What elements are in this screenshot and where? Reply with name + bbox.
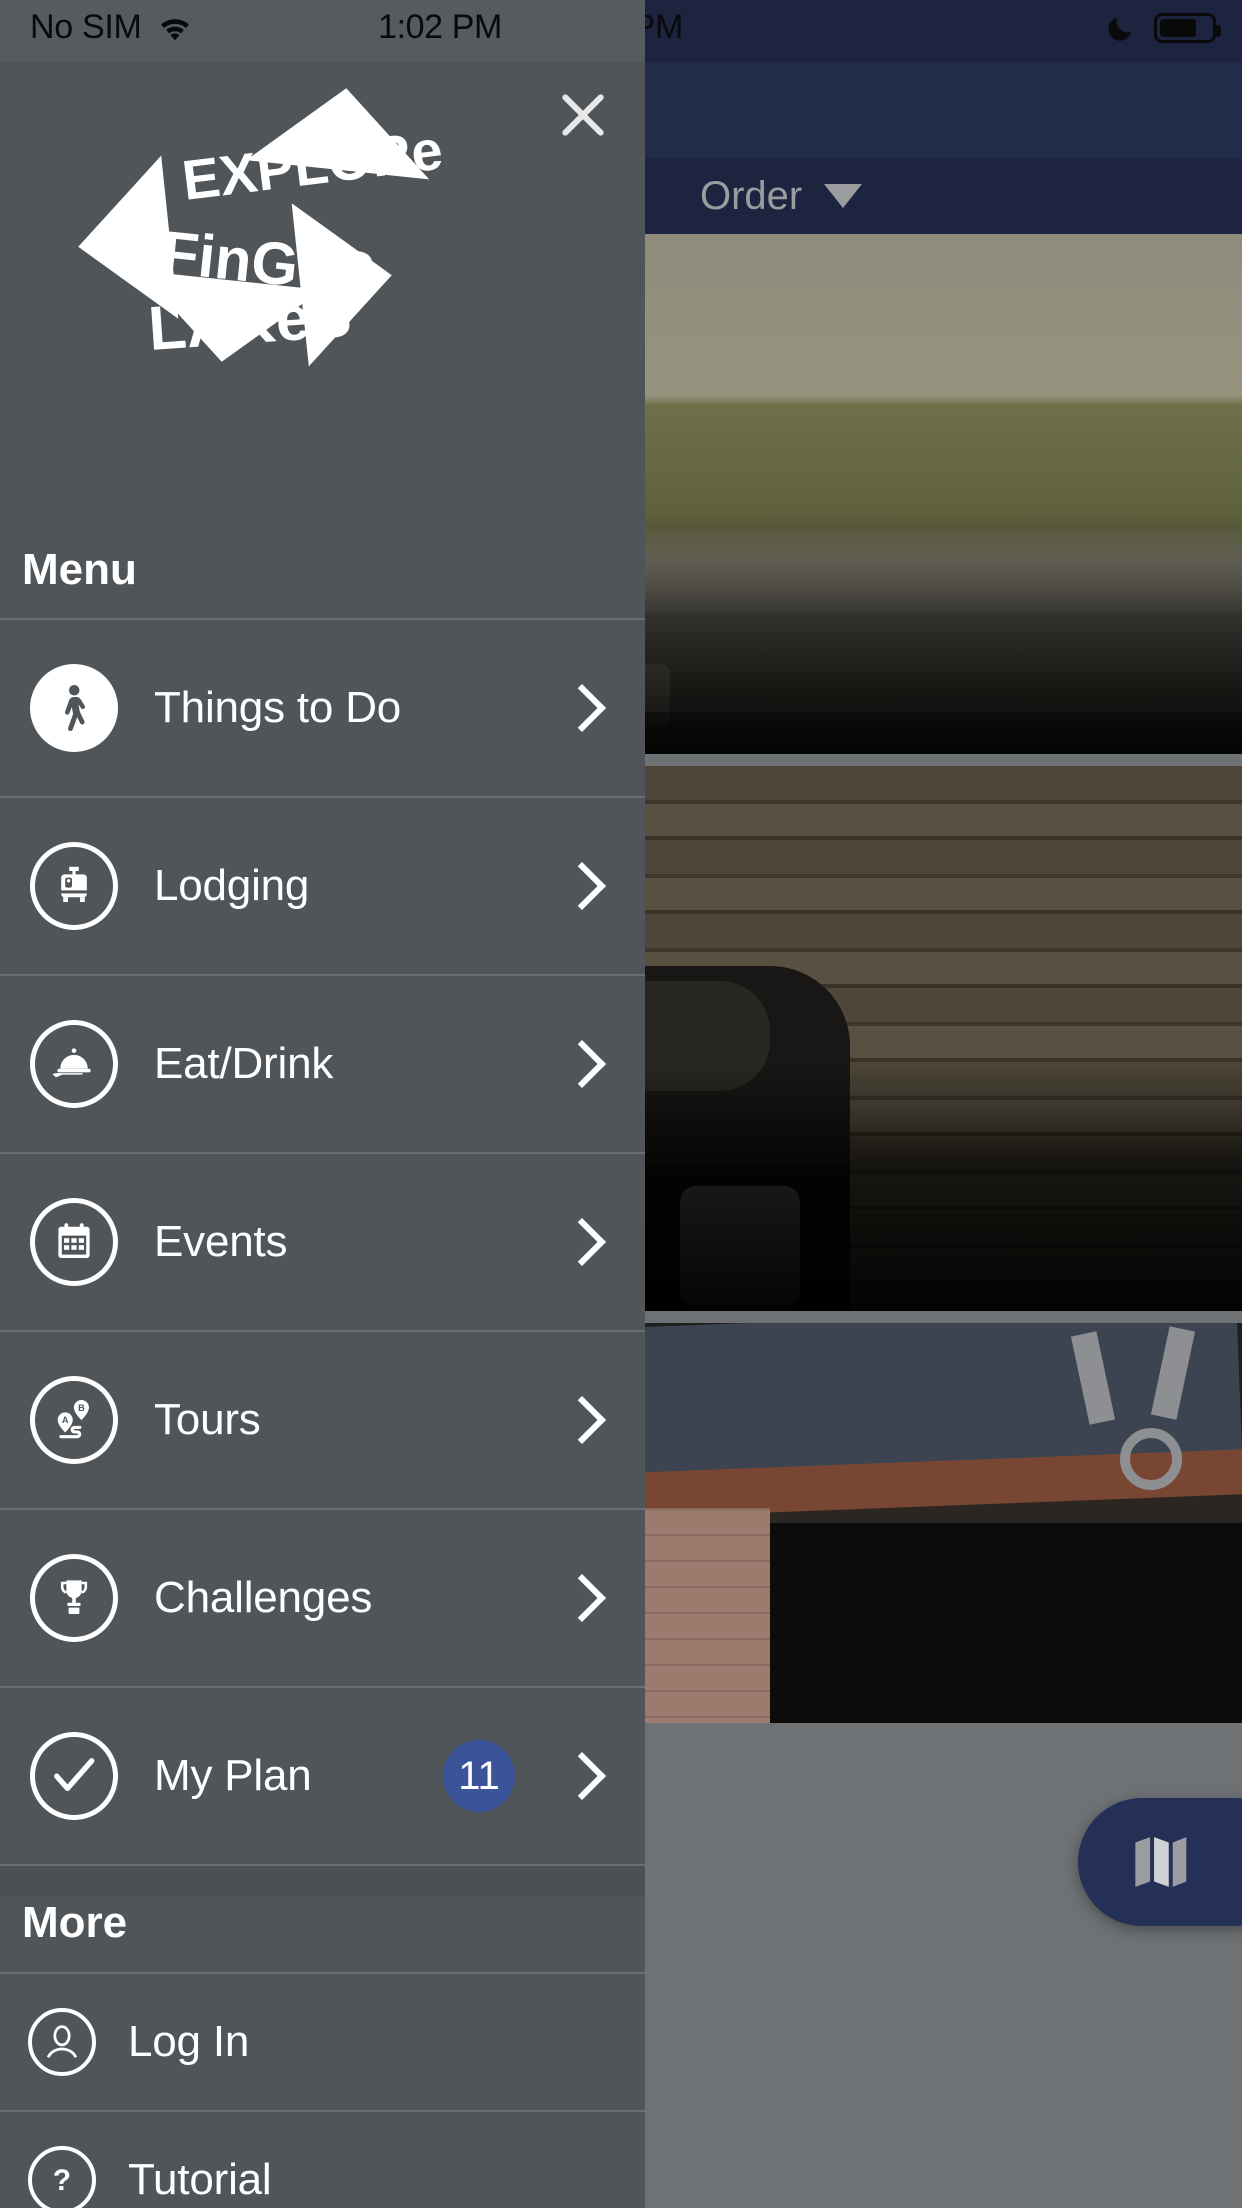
trophy-icon [30, 1554, 118, 1642]
sidebar-item-my-plan[interactable]: My Plan 11 [0, 1688, 645, 1864]
sidebar-item-label: Events [154, 1217, 288, 1266]
sidebar-item-label: Eat/Drink [154, 1039, 334, 1088]
sidebar-item-things-to-do[interactable]: Things to Do [0, 620, 645, 796]
sidebar-item-tutorial[interactable]: ? Tutorial [0, 2112, 645, 2208]
order-label: Order [700, 173, 803, 218]
app-logo: EXPLORe FinGeR LAKeS [0, 78, 645, 400]
chevron-right-icon [557, 1395, 607, 1445]
app-screen: Allan H. Treman Stat [0, 0, 1242, 2208]
logo-wordmark: EXPLORe FinGeR LAKeS [146, 118, 446, 364]
chevron-right-icon [557, 861, 607, 911]
sidebar-item-label: Challenges [154, 1573, 373, 1622]
battery-icon [1154, 13, 1221, 43]
menu-section-heading: Menu [22, 545, 137, 594]
checkmark-icon [30, 1732, 118, 1820]
map-view-button[interactable] [1078, 1798, 1242, 1926]
folded-map-icon [1135, 1837, 1187, 1887]
chevron-right-icon [557, 1573, 607, 1623]
chevron-right-icon [557, 1751, 607, 1801]
sidebar-item-tours[interactable]: B A Tours [0, 1332, 645, 1508]
person-icon [28, 2008, 96, 2076]
sidebar-item-events[interactable]: Events [0, 1154, 645, 1330]
map-pins-route-icon: B A [30, 1376, 118, 1464]
sidebar-item-challenges[interactable]: Challenges [0, 1510, 645, 1686]
status-bar-right [1106, 12, 1221, 44]
sidebar-item-label: Lodging [154, 861, 310, 910]
logo-line-3: LAKeS [146, 281, 354, 364]
luggage-icon [30, 842, 118, 930]
chevron-down-icon[interactable] [824, 184, 863, 208]
moon-icon [1108, 18, 1131, 41]
sidebar-item-label: Log In [128, 2017, 250, 2066]
drawer-status-bar: No SIM 1:02 PM [0, 0, 645, 62]
navigation-drawer: No SIM 1:02 PM EXPLORe FinGeR LAKeS Menu… [0, 0, 645, 2208]
sidebar-item-label: Tours [154, 1395, 261, 1444]
sidebar-item-label: My Plan [154, 1751, 312, 1800]
chevron-right-icon [557, 683, 607, 733]
more-section-heading: More [22, 1898, 128, 1947]
svg-text:A: A [62, 1415, 69, 1425]
sidebar-item-eat-drink[interactable]: Eat/Drink [0, 976, 645, 1152]
serving-tray-icon [30, 1020, 118, 1108]
chevron-right-icon [557, 1217, 607, 1267]
question-mark-icon: ? [28, 2146, 96, 2208]
status-badge: 11 [443, 1740, 515, 1812]
walking-person-icon [30, 664, 118, 752]
svg-text:?: ? [53, 2164, 71, 2197]
sidebar-item-lodging[interactable]: Lodging [0, 798, 645, 974]
chevron-right-icon [557, 1039, 607, 1089]
calendar-icon [30, 1198, 118, 1286]
sidebar-item-label: Things to Do [154, 683, 402, 732]
drawer-clock-label: 1:02 PM [378, 8, 502, 46]
sidebar-item-log-in[interactable]: Log In [0, 1974, 645, 2110]
svg-text:B: B [78, 1403, 85, 1413]
logo-line-1: EXPLORe [179, 118, 446, 212]
sidebar-item-label: Tutorial [128, 2155, 272, 2204]
section-gap [0, 1866, 645, 1896]
